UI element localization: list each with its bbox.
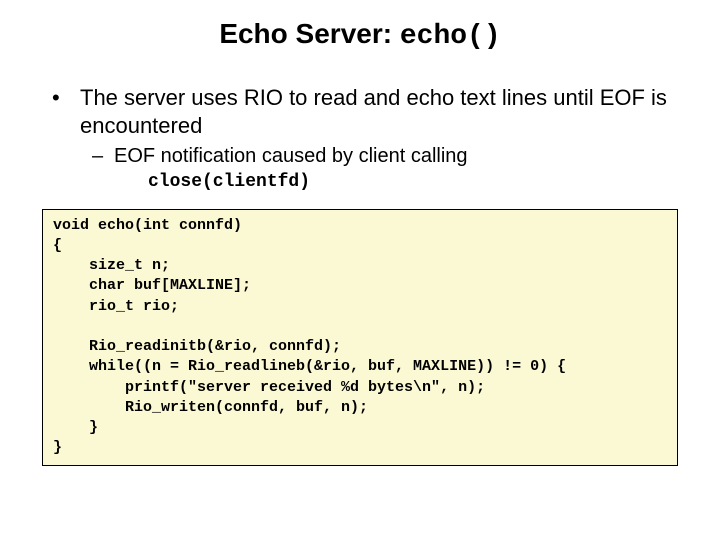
bullet-main: The server uses RIO to read and echo tex… [42, 84, 678, 195]
slide-title: Echo Server: echo() [0, 18, 720, 52]
bullet-sub-code: close(clientfd) [148, 171, 678, 194]
bullet-main-text: The server uses RIO to read and echo tex… [80, 85, 667, 138]
bullet-sub: EOF notification caused by client callin… [80, 144, 678, 169]
code-block: void echo(int connfd) { size_t n; char b… [42, 209, 678, 466]
slide-content: The server uses RIO to read and echo tex… [0, 84, 720, 195]
title-func: echo() [400, 21, 501, 52]
title-text: Echo Server: [219, 18, 400, 49]
bullet-sub-text: EOF notification caused by client callin… [114, 145, 468, 167]
